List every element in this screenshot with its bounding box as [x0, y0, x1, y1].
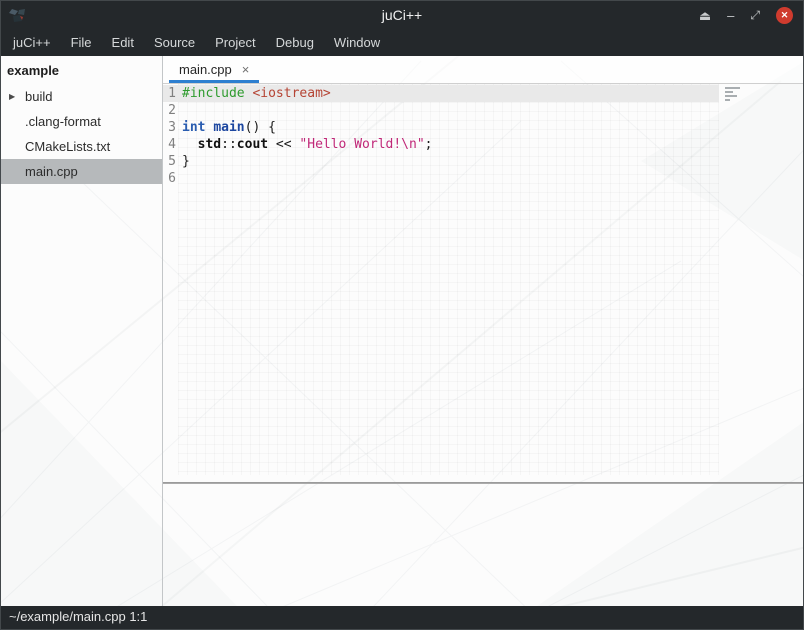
project-name: example — [1, 56, 162, 84]
line-number: 3 — [163, 119, 176, 136]
menu-item-window[interactable]: Window — [324, 29, 390, 56]
minimap-line — [725, 95, 737, 97]
minimize-button[interactable]: – — [727, 9, 734, 22]
titlebar: juCi++ ⏏ – ⤢ ✕ — [1, 1, 803, 29]
window-title: juCi++ — [1, 7, 803, 23]
close-button[interactable]: ✕ — [776, 7, 793, 24]
tree-item-label: .clang-format — [25, 114, 101, 129]
code-token: () { — [245, 120, 276, 135]
code-text: std::cout << "Hello World!\n"; — [182, 136, 432, 153]
app-icon — [9, 7, 27, 23]
code-token: ; — [425, 137, 433, 152]
tree-item-build[interactable]: ▶ build — [1, 84, 162, 109]
code-token: cout — [237, 137, 268, 152]
minimap-line — [725, 87, 740, 89]
statusbar: ~/example/main.cpp 1:1 — [1, 606, 803, 629]
code-token: << — [268, 137, 299, 152]
line-number: 2 — [163, 102, 176, 119]
code-token: <iostream> — [252, 86, 330, 101]
tab-label: main.cpp — [179, 62, 232, 77]
code-line[interactable]: 5} — [163, 153, 719, 170]
terminal-panel[interactable] — [163, 484, 803, 606]
code-lines: 1#include <iostream>23int main() {4 std:… — [163, 84, 719, 187]
code-line[interactable]: 6 — [163, 170, 719, 187]
line-number: 6 — [163, 170, 176, 187]
tree-item-cmakelists[interactable]: CMakeLists.txt — [1, 134, 162, 159]
window-controls: ⏏ – ⤢ ✕ — [699, 7, 793, 24]
code-text: #include <iostream> — [182, 85, 331, 102]
tree-item-label: build — [25, 89, 52, 104]
code-line[interactable]: 2 — [163, 102, 719, 119]
code-text: int main() { — [182, 119, 276, 136]
content-area: example ▶ build .clang-format CMakeLists… — [1, 56, 803, 606]
expander-icon[interactable]: ▶ — [9, 84, 15, 109]
tabbar: main.cpp × — [163, 56, 803, 84]
tree-item-clang-format[interactable]: .clang-format — [1, 109, 162, 134]
restore-button[interactable]: ⤢ — [750, 9, 760, 21]
app-window: juCi++ ⏏ – ⤢ ✕ juCi++ File Edit Source P… — [0, 0, 804, 630]
menubar: juCi++ File Edit Source Project Debug Wi… — [1, 29, 803, 56]
code-token: "Hello World!\n" — [299, 137, 424, 152]
tree-item-label: main.cpp — [25, 164, 78, 179]
line-number: 1 — [163, 85, 176, 102]
code-line[interactable]: 3 int main() { — [163, 119, 719, 136]
code-token: :: — [221, 137, 237, 152]
line-number: 5 — [163, 153, 176, 170]
minimap-line — [725, 99, 730, 101]
code-line[interactable]: 4 std::cout << "Hello World!\n"; — [163, 136, 719, 153]
tree-item-main-cpp[interactable]: main.cpp — [1, 159, 162, 184]
code-token: #include — [182, 86, 245, 101]
eject-icon[interactable]: ⏏ — [699, 9, 711, 22]
menu-item-edit[interactable]: Edit — [102, 29, 144, 56]
menu-item-juci[interactable]: juCi++ — [3, 29, 61, 56]
line-number: 4 — [163, 136, 176, 153]
statusbar-path: ~/example/main.cpp 1:1 — [9, 609, 147, 624]
file-tree-panel: example ▶ build .clang-format CMakeLists… — [1, 56, 163, 606]
menu-item-source[interactable]: Source — [144, 29, 205, 56]
tab-close-icon[interactable]: × — [242, 62, 250, 77]
code-token — [182, 137, 198, 152]
tree-item-label: CMakeLists.txt — [25, 139, 110, 154]
code-token: } — [182, 154, 190, 169]
code-editor[interactable]: 1#include <iostream>23int main() {4 std:… — [163, 84, 803, 482]
code-token: main — [213, 120, 244, 135]
code-text: } — [182, 153, 190, 170]
code-token: int — [182, 120, 205, 135]
code-line[interactable]: 1 #include <iostream> — [163, 85, 719, 102]
minimap[interactable] — [725, 87, 745, 103]
menu-item-debug[interactable]: Debug — [266, 29, 324, 56]
code-token: std — [198, 137, 221, 152]
menu-item-project[interactable]: Project — [205, 29, 265, 56]
minimap-line — [725, 91, 733, 93]
tab-main-cpp[interactable]: main.cpp × — [169, 56, 259, 83]
menu-item-file[interactable]: File — [61, 29, 102, 56]
editor-column: main.cpp × 1 #include <iostream> 23 int mai… — [163, 56, 803, 606]
